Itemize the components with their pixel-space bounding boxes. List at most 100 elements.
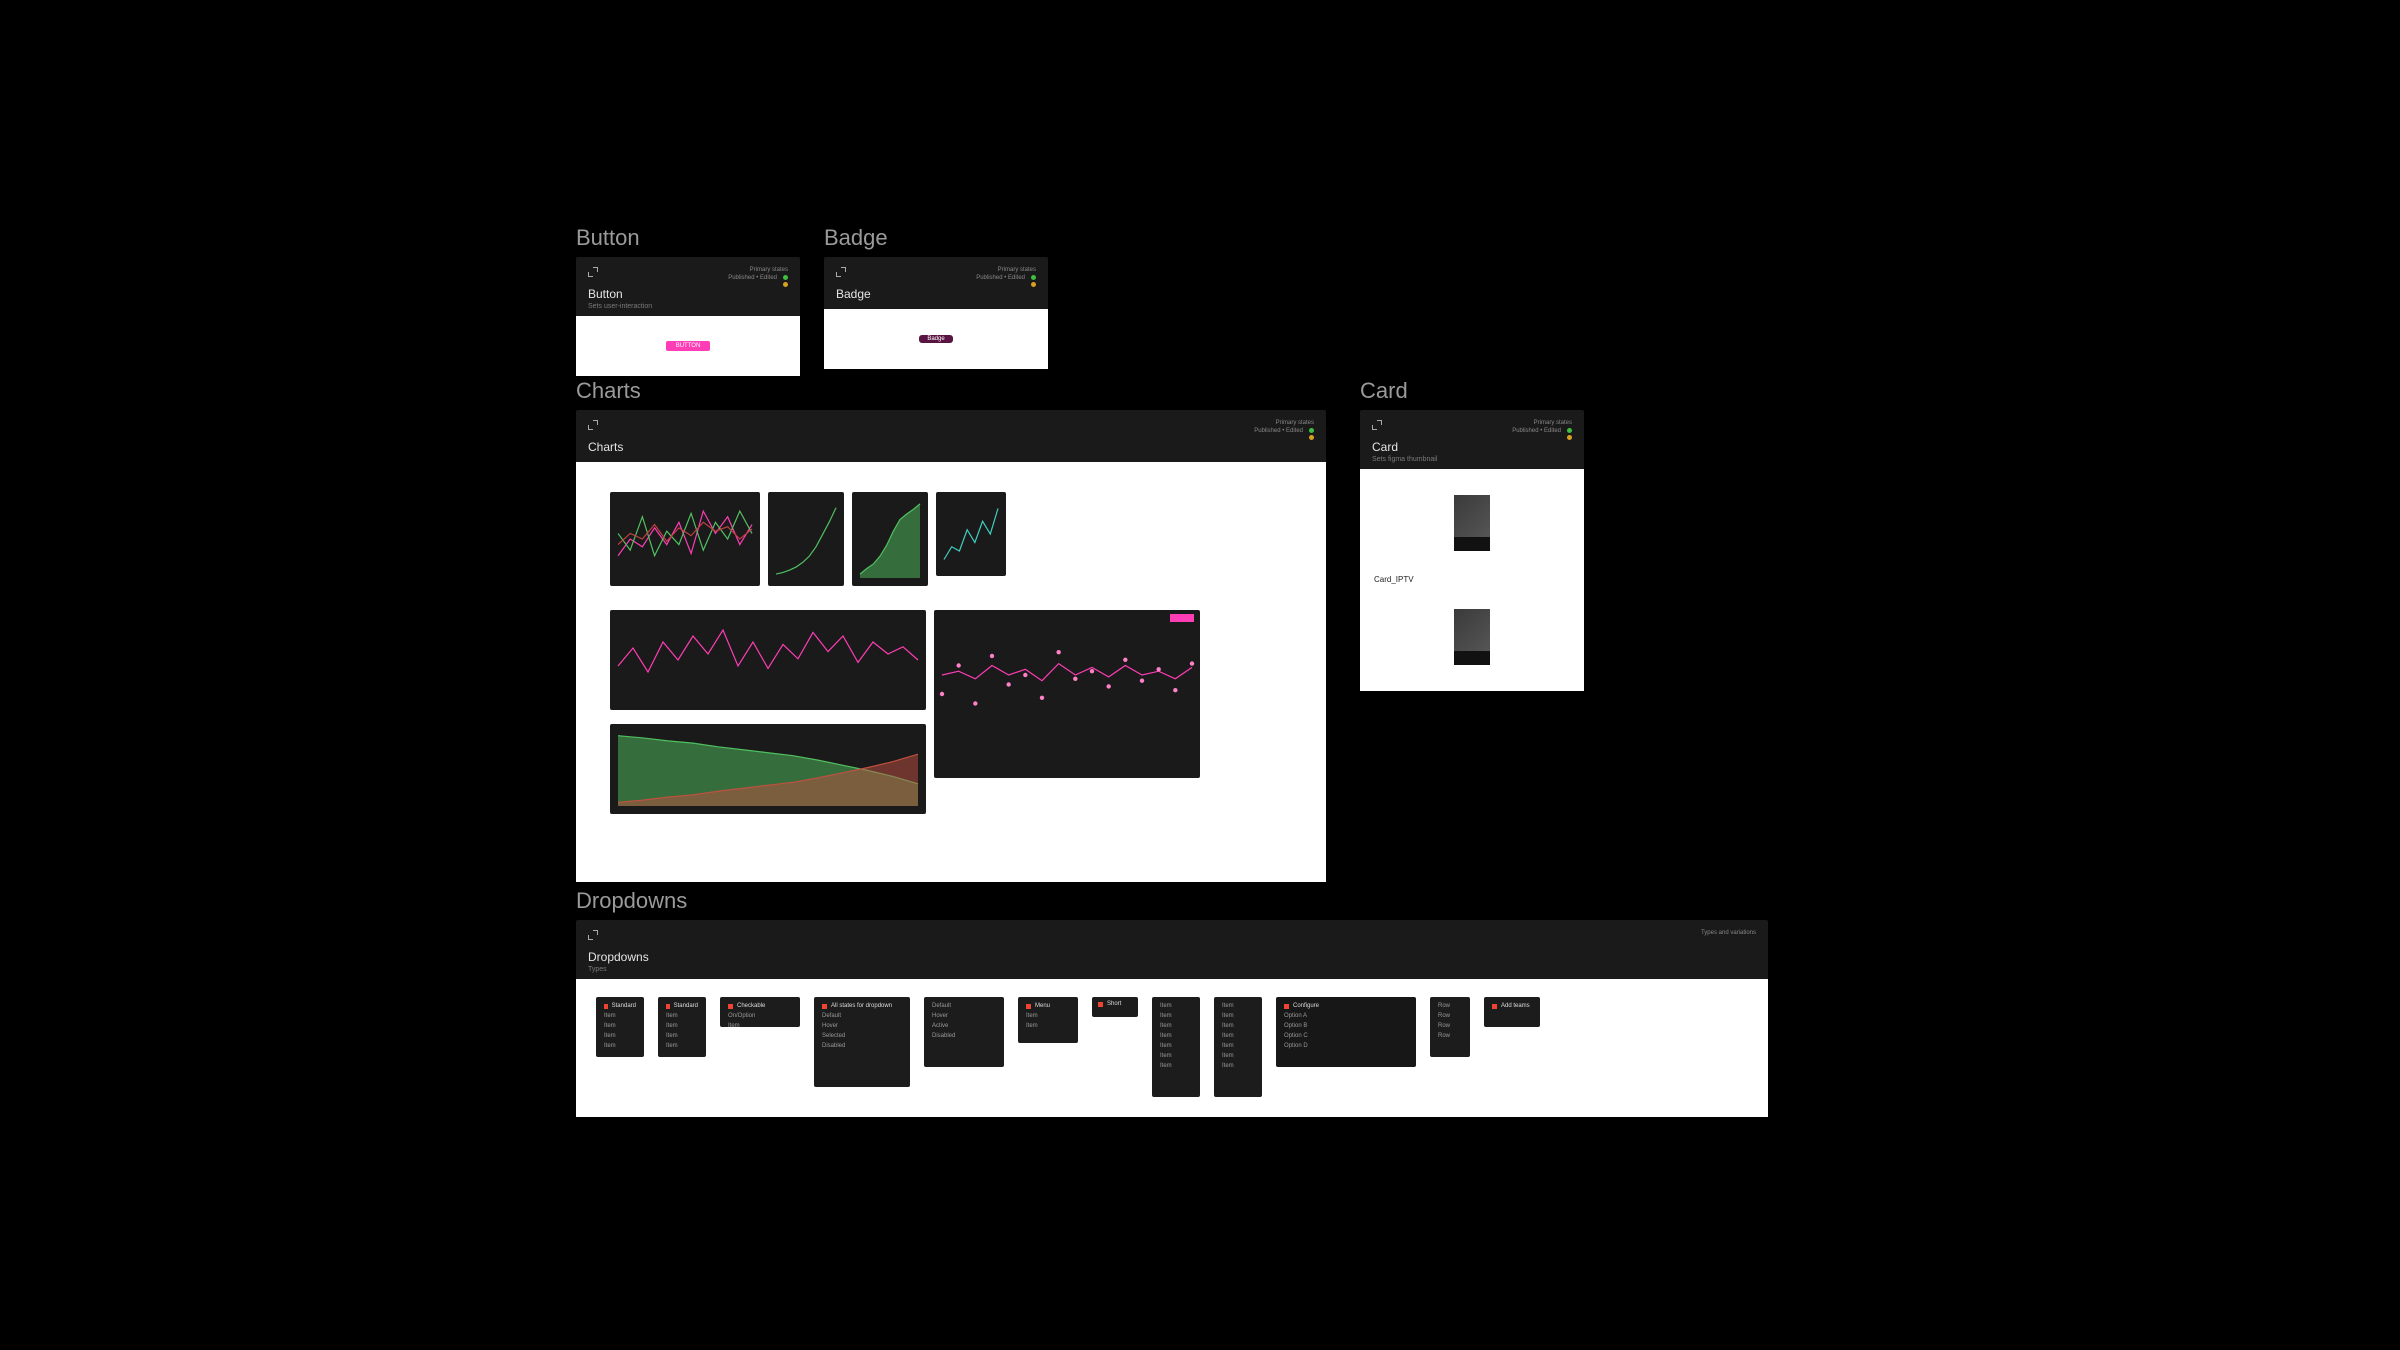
status-dot-yellow [1031,282,1036,287]
dropdown-variant-10[interactable]: Row Row Row Row [1430,997,1470,1057]
dropdown-item[interactable]: Row [1438,1003,1462,1009]
dropdown-variant-11[interactable]: Add teams [1484,997,1540,1027]
dropdown-item[interactable]: Active [932,1023,996,1029]
dropdown-item[interactable]: Hover [932,1013,996,1019]
dropdown-item[interactable]: Item [1222,1053,1254,1059]
dropdown-item[interactable]: On/Option [728,1013,792,1019]
dropdown-item[interactable]: Item [1160,1013,1192,1019]
status-dot-yellow [1567,435,1572,440]
expand-icon[interactable] [588,267,598,277]
section-title-badge: Badge [824,225,1048,251]
button-component[interactable]: BUTTON [666,341,711,351]
dropdown-item[interactable]: Option A [1284,1013,1408,1019]
dropdown-variant-1[interactable]: Standard Item Item Item Item [658,997,706,1057]
dropdown-item[interactable]: Disabled [932,1033,996,1039]
dropdown-header-label: Checkable [737,1003,765,1009]
dropdown-item[interactable]: Option C [1284,1033,1408,1039]
expand-icon[interactable] [588,420,598,430]
dropdown-variant-8[interactable]: Item Item Item Item Item Item Item [1214,997,1262,1097]
chart-scatter-dashboard[interactable] [934,610,1200,778]
card-component-default[interactable] [1454,495,1490,551]
card-component-iptv[interactable] [1454,609,1490,665]
dropdown-item[interactable]: Option B [1284,1023,1408,1029]
dropdown-item[interactable]: Item [1222,1013,1254,1019]
dropdown-item[interactable]: Item [666,1033,698,1039]
badge-component[interactable]: Badge [919,335,952,343]
dropdown-variant-7[interactable]: Item Item Item Item Item Item Item [1152,997,1200,1097]
dropdown-item[interactable]: Hover [822,1023,902,1029]
dropdown-item[interactable]: Item [1222,1023,1254,1029]
dropdown-item[interactable]: Selected [822,1033,902,1039]
dropdown-item[interactable]: Item [1222,1043,1254,1049]
frame-charts[interactable]: Charts Primary states Published • Edited [576,410,1326,882]
chart-wide-pink[interactable] [610,610,926,710]
dropdown-marker-icon [1492,1004,1497,1009]
dropdown-item[interactable]: Row [1438,1033,1462,1039]
dropdown-variant-2[interactable]: Checkable On/Option Item [720,997,800,1027]
frame-title: Charts [588,440,623,454]
section-badge: Badge Badge Primary states Published • E… [824,225,1048,376]
dropdown-item[interactable]: Item [1026,1013,1070,1019]
chart-single-line-green[interactable] [768,492,844,586]
chart-area-green[interactable] [852,492,928,586]
dropdown-item[interactable]: Item [666,1023,698,1029]
dropdown-item[interactable]: Item [604,1023,636,1029]
dropdown-item[interactable]: Item [1160,1023,1192,1029]
dropdown-item[interactable]: Item [604,1013,636,1019]
dropdown-item[interactable]: Row [1438,1023,1462,1029]
chart-stacked-area[interactable] [610,724,926,814]
dropdown-item[interactable]: Item [666,1013,698,1019]
dropdown-item[interactable]: Item [604,1043,636,1049]
dropdown-item[interactable]: Disabled [822,1043,902,1049]
dropdown-item[interactable]: Item [1160,1003,1192,1009]
frame-title: Dropdowns [588,950,649,964]
frame-badge[interactable]: Badge Primary states Published • Edited … [824,257,1048,369]
hdr-published: Published • Edited [728,275,777,287]
dropdown-header-label: Standard [612,1003,636,1009]
chart-line-cyan[interactable] [936,492,1006,576]
expand-icon[interactable] [588,930,598,940]
dropdown-variant-0[interactable]: Standard Item Item Item Item [596,997,644,1057]
frame-subtitle: Types [588,966,649,973]
dropdown-marker-icon [728,1004,733,1009]
dropdown-item[interactable]: Option D [1284,1043,1408,1049]
frame-title: Card [1372,440,1437,454]
expand-icon[interactable] [1372,420,1382,430]
dropdown-variant-4[interactable]: Default Hover Active Disabled [924,997,1004,1067]
dropdown-header-label: Menu [1035,1003,1050,1009]
dropdown-marker-icon [1098,1002,1103,1007]
frame-title: Badge [836,287,871,301]
dropdown-variant-3[interactable]: All states for dropdownDefaultHoverSelec… [814,997,910,1087]
hdr-states: Primary states [750,267,788,273]
dropdown-item[interactable]: Item [1160,1033,1192,1039]
chart-multi-line-1[interactable] [610,492,760,586]
section-title-button: Button [576,225,800,251]
dropdown-item[interactable]: Item [1222,1003,1254,1009]
dropdown-header-label: Add teams [1501,1003,1530,1009]
dropdown-marker-icon [1284,1004,1289,1009]
frame-button[interactable]: Button Sets user-interaction Primary sta… [576,257,800,376]
dropdown-variant-9[interactable]: ConfigureOption AOption BOption COption … [1276,997,1416,1067]
dropdown-item[interactable]: Item [1222,1033,1254,1039]
dropdown-header-label: Standard [674,1003,698,1009]
frame-subtitle: Sets user-interaction [588,303,652,310]
dropdown-item[interactable]: Item [1222,1063,1254,1069]
frame-dropdowns[interactable]: Dropdowns Types Types and variations Sta… [576,920,1768,1117]
dropdown-item[interactable]: Item [1160,1063,1192,1069]
dropdown-item[interactable]: Item [604,1033,636,1039]
status-dot-green [1309,428,1314,433]
frame-card[interactable]: Card Sets figma thumbnail Primary states… [1360,410,1584,691]
dropdown-item[interactable]: Item [1160,1053,1192,1059]
dropdown-item[interactable]: Item [728,1023,792,1029]
dropdown-variant-6[interactable]: Short [1092,997,1138,1017]
dropdown-item[interactable]: Item [1160,1043,1192,1049]
dropdown-item[interactable]: Item [1026,1023,1070,1029]
dropdown-item[interactable]: Row [1438,1013,1462,1019]
dropdown-item[interactable]: Item [666,1043,698,1049]
section-title-card: Card [1360,378,1584,404]
dropdown-item[interactable]: Default [822,1013,902,1019]
dropdown-variant-5[interactable]: Menu Item Item [1018,997,1078,1043]
dropdown-item[interactable]: Default [932,1003,996,1009]
frame-title: Button [588,287,652,301]
expand-icon[interactable] [836,267,846,277]
